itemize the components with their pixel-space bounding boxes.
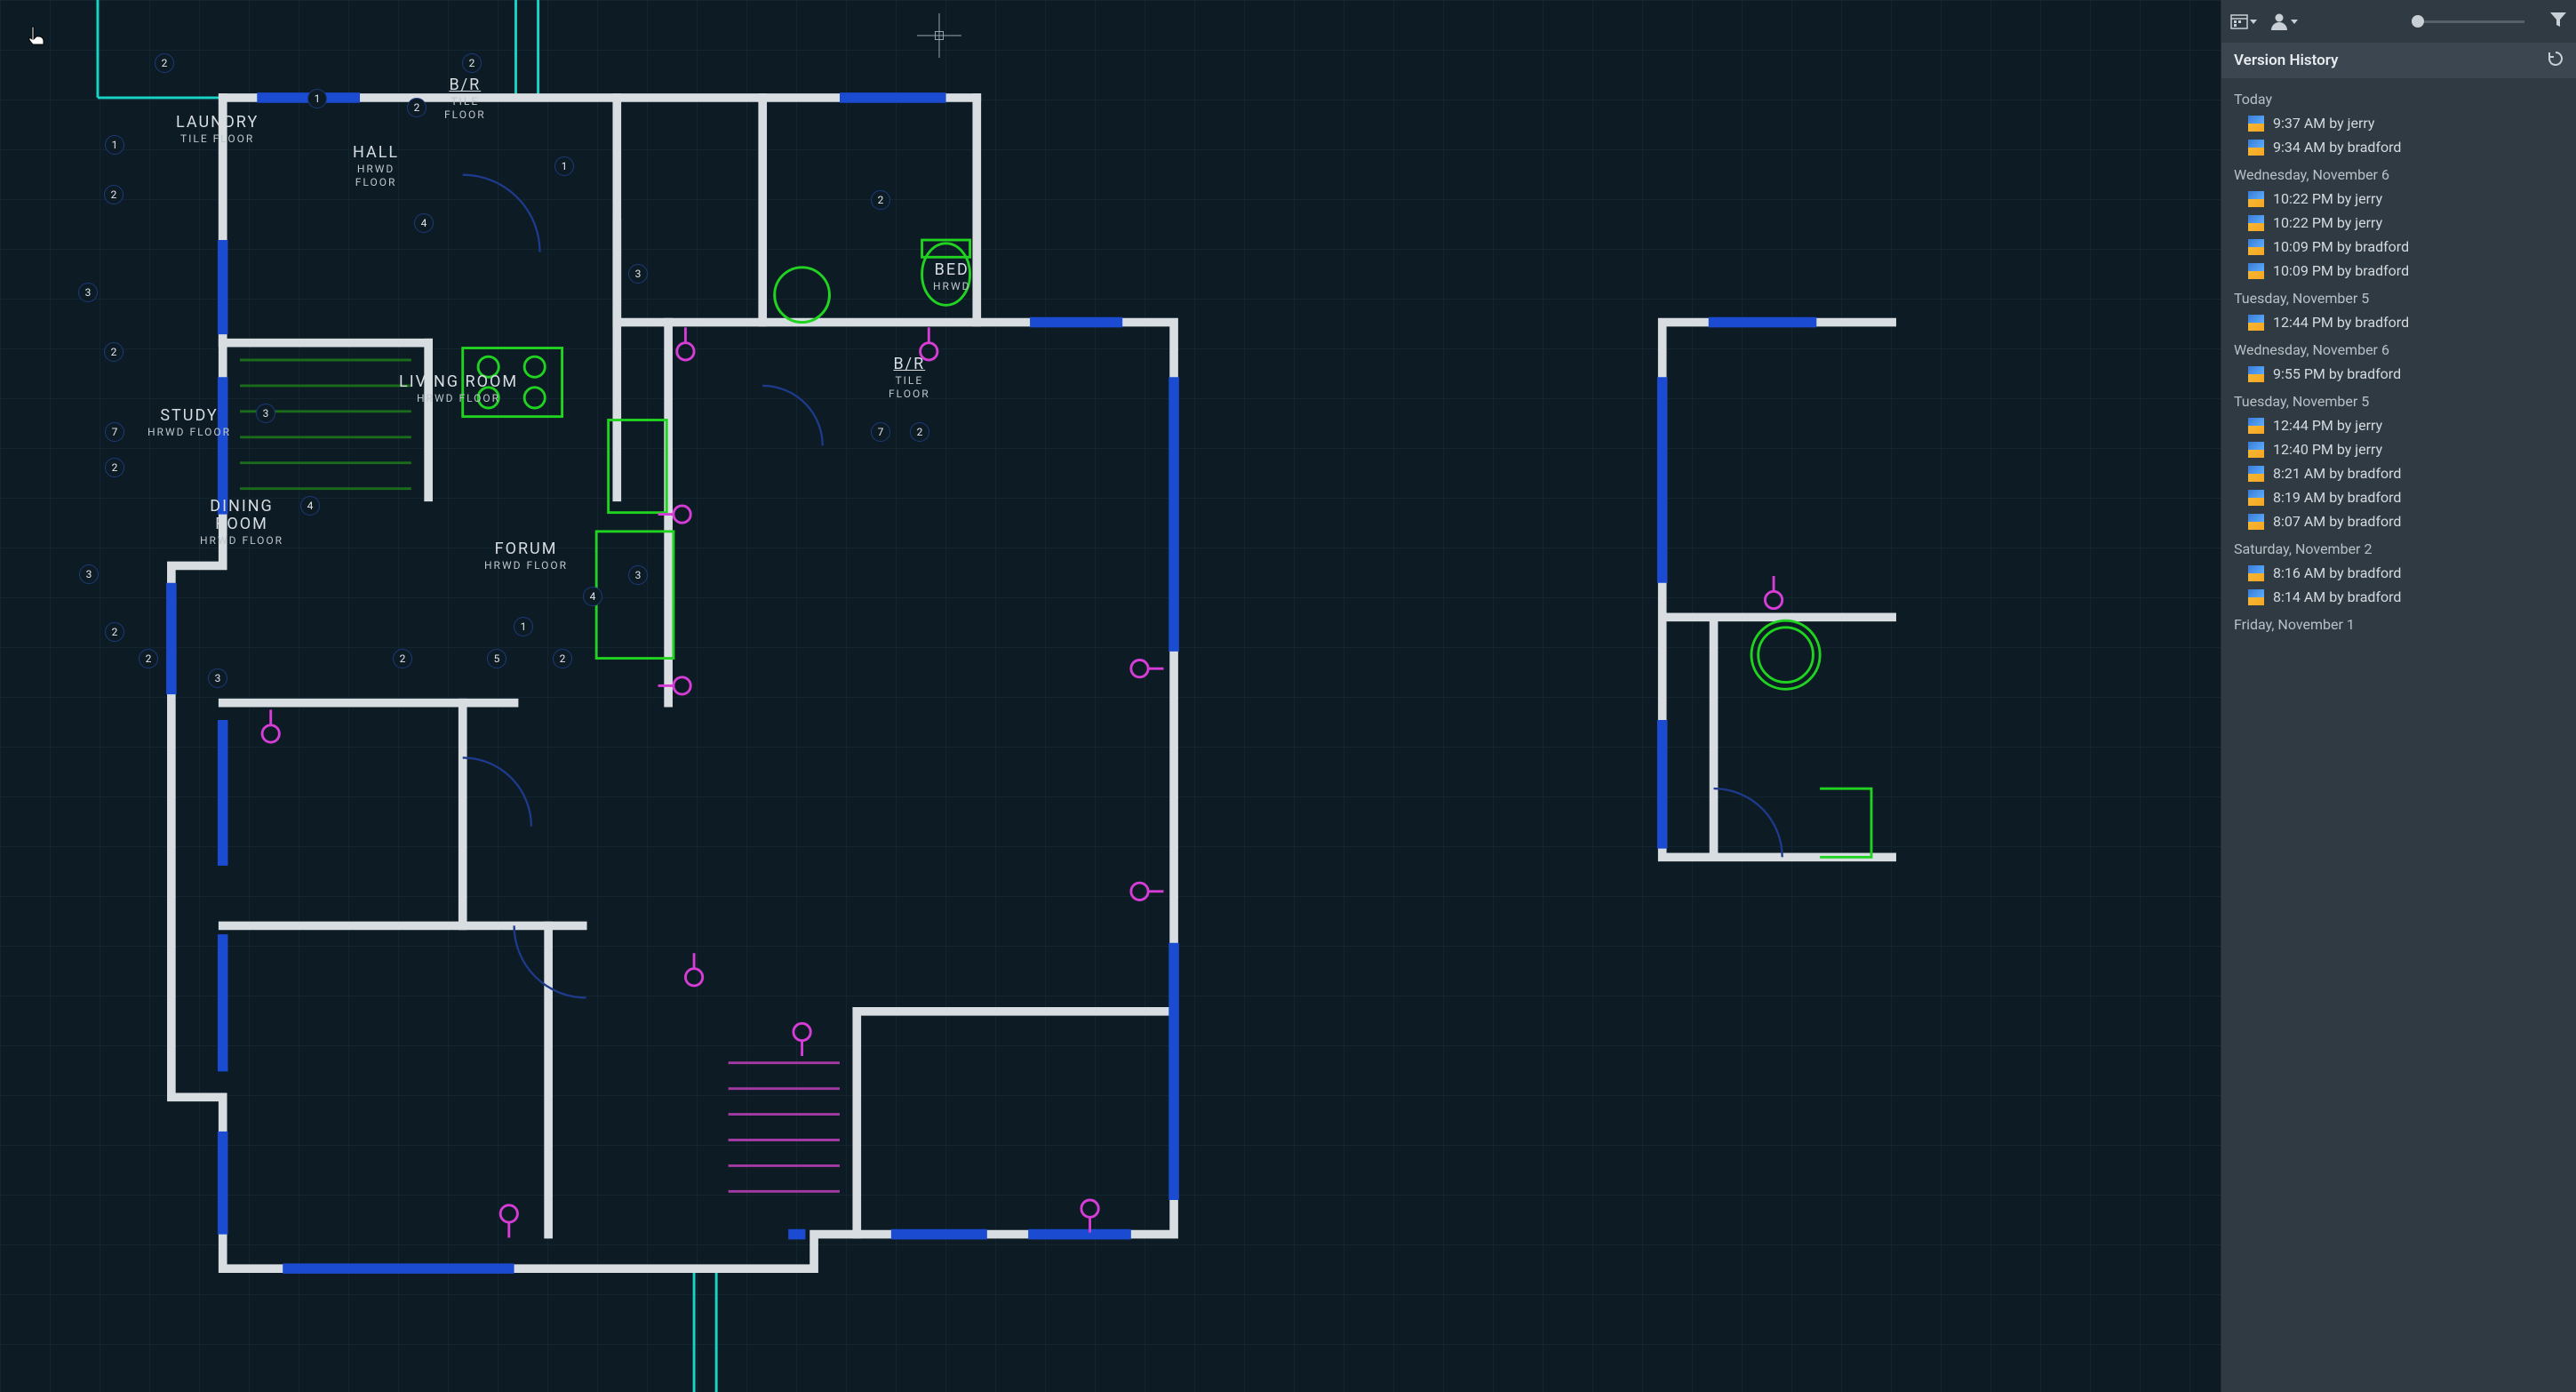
drawing-canvas[interactable]: LAUNDRYTILE FLOORB/RTILEFLOORHALLHRWDFLO… xyxy=(0,0,2221,1392)
version-label: 10:09 PM by bradford xyxy=(2273,262,2409,279)
chevron-down-icon xyxy=(2291,20,2298,24)
version-row[interactable]: 12:44 PM by bradford xyxy=(2221,310,2576,334)
version-row[interactable]: 8:14 AM by bradford xyxy=(2221,585,2576,609)
version-label: 12:44 PM by bradford xyxy=(2273,314,2409,331)
version-label: 9:55 PM by bradford xyxy=(2273,365,2401,382)
version-row[interactable]: 10:22 PM by jerry xyxy=(2221,187,2576,211)
version-row[interactable]: 10:22 PM by jerry xyxy=(2221,211,2576,235)
version-icon xyxy=(2248,442,2264,458)
version-label: 9:34 AM by bradford xyxy=(2273,139,2401,156)
version-icon xyxy=(2248,140,2264,156)
version-icon xyxy=(2248,466,2264,482)
version-icon xyxy=(2248,366,2264,382)
app-root: LAUNDRYTILE FLOORB/RTILEFLOORHALLHRWDFLO… xyxy=(0,0,2576,1392)
history-group-date: Today xyxy=(2221,84,2576,111)
calendar-icon xyxy=(2230,13,2248,29)
version-label: 8:19 AM by bradford xyxy=(2273,489,2401,506)
floorplan-svg xyxy=(0,0,2221,1392)
version-icon xyxy=(2248,191,2264,207)
version-row[interactable]: 12:40 PM by jerry xyxy=(2221,437,2576,461)
version-row[interactable]: 8:19 AM by bradford xyxy=(2221,485,2576,509)
version-label: 8:21 AM by bradford xyxy=(2273,465,2401,482)
version-label: 8:07 AM by bradford xyxy=(2273,513,2401,530)
panel-header: Version History xyxy=(2221,43,2576,78)
version-label: 9:37 AM by jerry xyxy=(2273,115,2375,132)
user-dropdown[interactable] xyxy=(2269,12,2298,30)
version-label: 8:16 AM by bradford xyxy=(2273,564,2401,581)
chevron-down-icon xyxy=(2250,20,2257,24)
history-group-date: Tuesday, November 5 xyxy=(2221,283,2576,310)
version-label: 10:09 PM by bradford xyxy=(2273,238,2409,255)
version-icon xyxy=(2248,239,2264,255)
version-row[interactable]: 9:34 AM by bradford xyxy=(2221,135,2576,159)
panel-title: Version History xyxy=(2234,52,2338,69)
version-row[interactable]: 8:21 AM by bradford xyxy=(2221,461,2576,485)
version-history-panel: Version History Today 9:37 AM by jerry 9:3… xyxy=(2221,0,2576,1392)
version-label: 12:44 PM by jerry xyxy=(2273,417,2382,434)
version-label: 12:40 PM by jerry xyxy=(2273,441,2382,458)
panel-toolbar xyxy=(2221,0,2576,43)
version-row[interactable]: 10:09 PM by bradford xyxy=(2221,235,2576,259)
version-row[interactable]: 8:16 AM by bradford xyxy=(2221,561,2576,585)
history-group-date: Tuesday, November 5 xyxy=(2221,386,2576,413)
version-label: 10:22 PM by jerry xyxy=(2273,214,2382,231)
version-icon xyxy=(2248,215,2264,231)
refresh-button[interactable] xyxy=(2548,51,2564,71)
version-row[interactable]: 9:55 PM by bradford xyxy=(2221,362,2576,386)
history-list[interactable]: Today 9:37 AM by jerry 9:34 AM by bradford… xyxy=(2221,78,2576,1392)
version-row[interactable]: 10:09 PM by bradford xyxy=(2221,259,2576,283)
version-label: 10:22 PM by jerry xyxy=(2273,190,2382,207)
refresh-icon xyxy=(2548,51,2564,67)
version-row[interactable]: 12:44 PM by jerry xyxy=(2221,413,2576,437)
version-icon xyxy=(2248,589,2264,605)
version-icon xyxy=(2248,418,2264,434)
history-group-date: Wednesday, November 6 xyxy=(2221,159,2576,187)
calendar-dropdown[interactable] xyxy=(2230,13,2257,29)
version-icon xyxy=(2248,514,2264,530)
version-label: 8:14 AM by bradford xyxy=(2273,588,2401,605)
version-icon xyxy=(2248,315,2264,331)
version-icon xyxy=(2248,116,2264,132)
filter-button[interactable] xyxy=(2549,12,2567,31)
history-group-date: Wednesday, November 6 xyxy=(2221,334,2576,362)
user-icon xyxy=(2269,12,2289,30)
filter-icon xyxy=(2549,12,2567,28)
version-row[interactable]: 8:07 AM by bradford xyxy=(2221,509,2576,533)
history-group-date: Friday, November 1 xyxy=(2221,609,2576,636)
version-icon xyxy=(2248,490,2264,506)
version-row[interactable]: 9:37 AM by jerry xyxy=(2221,111,2576,135)
zoom-slider[interactable] xyxy=(2418,20,2524,23)
version-icon xyxy=(2248,565,2264,581)
history-group-date: Saturday, November 2 xyxy=(2221,533,2576,561)
version-icon xyxy=(2248,263,2264,279)
